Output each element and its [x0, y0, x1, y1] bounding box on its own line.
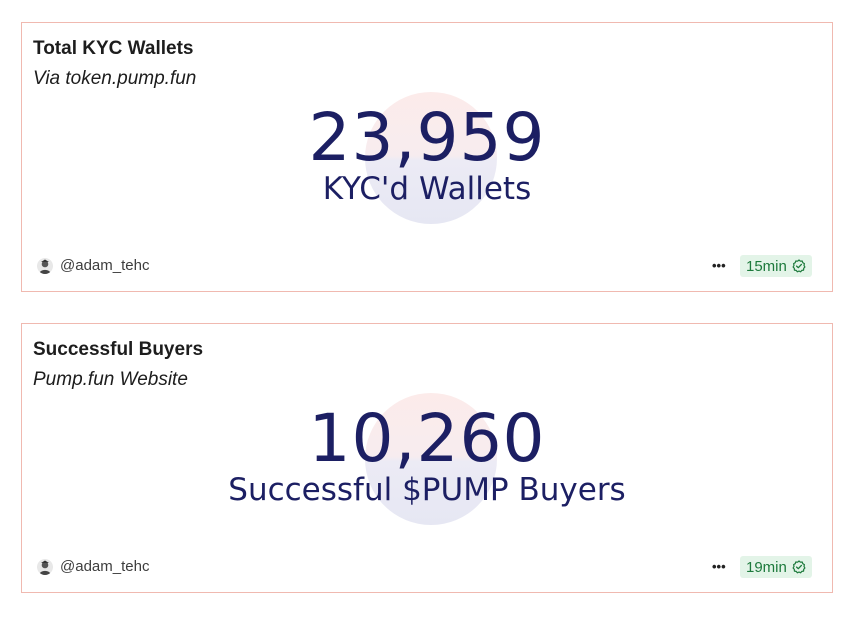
author-link[interactable]: @adam_tehc — [37, 558, 149, 575]
avatar — [37, 257, 53, 274]
author-name: @adam_tehc — [60, 558, 150, 575]
card-title: Total KYC Wallets — [33, 38, 194, 59]
successful-buyers-card: Successful Buyers Pump.fun Website 10,26… — [21, 323, 833, 593]
card-subtitle: Pump.fun Website — [33, 369, 188, 390]
check-circle-icon — [792, 560, 806, 574]
card-subtitle: Via token.pump.fun — [33, 68, 197, 89]
kyc-wallets-card: Total KYC Wallets Via token.pump.fun 23,… — [21, 22, 833, 292]
refresh-interval: 19min — [746, 558, 787, 576]
author-link[interactable]: @adam_tehc — [37, 257, 149, 274]
more-horizontal-icon[interactable]: ••• — [712, 560, 726, 573]
counter-value: 23,959 — [308, 99, 546, 176]
refresh-status-badge[interactable]: 15min — [740, 255, 812, 277]
counter-label: Successful $PUMP Buyers — [228, 472, 626, 508]
check-circle-icon — [792, 259, 806, 273]
refresh-interval: 15min — [746, 257, 787, 275]
more-horizontal-icon[interactable]: ••• — [712, 259, 726, 272]
avatar — [37, 558, 53, 575]
counter-label: KYC'd Wallets — [322, 171, 532, 207]
refresh-status-badge[interactable]: 19min — [740, 556, 812, 578]
counter-value: 10,260 — [308, 400, 546, 477]
author-name: @adam_tehc — [60, 257, 150, 274]
card-title: Successful Buyers — [33, 339, 204, 360]
